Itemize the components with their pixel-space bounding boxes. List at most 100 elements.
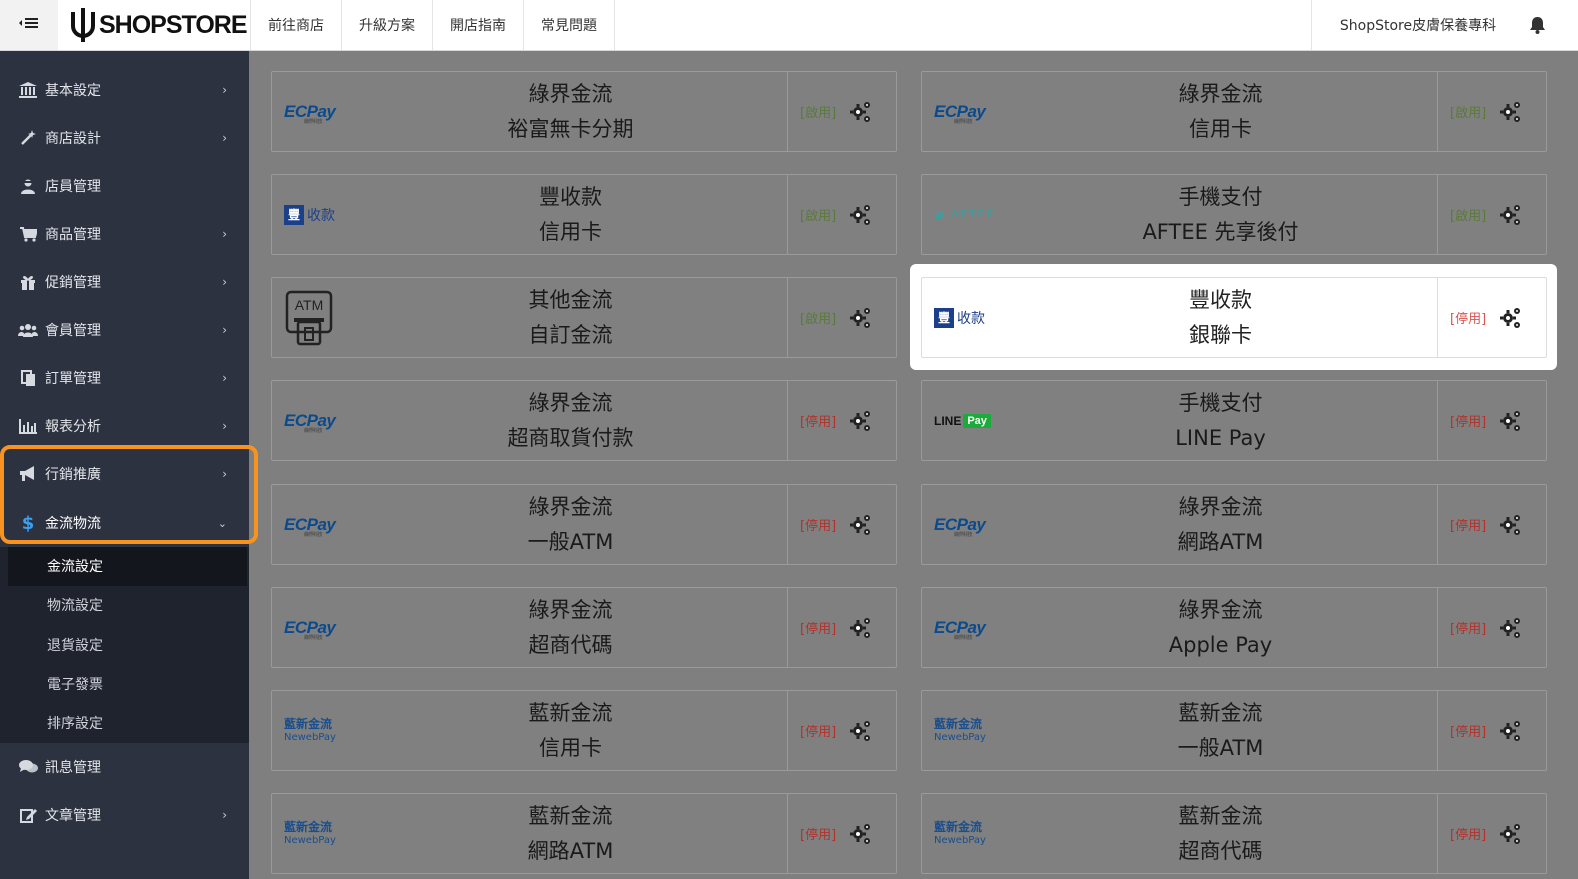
submenu-item-payment-settings[interactable]: 金流設定	[47, 548, 103, 584]
ecpay-logo: ECPay 綠界科技	[934, 618, 986, 641]
payment-method-card[interactable]: ECPay 綠界科技 綠界金流 裕富無卡分期 [啟用]	[271, 71, 897, 152]
payment-provider-name: 綠界金流	[528, 494, 613, 519]
top-nav: 前往商店 升級方案 開店指南 常見問題	[250, 0, 615, 50]
ecpay-logo: ECPay 綠界科技	[284, 411, 336, 434]
settings-gear-icon[interactable]	[849, 513, 873, 537]
settings-gear-icon[interactable]	[849, 822, 873, 846]
linepay-logo-pay: Pay	[963, 413, 991, 428]
store-name-menu[interactable]: ShopStore皮膚保養專科	[1311, 0, 1524, 50]
sidebar-item-message-management[interactable]: 訊息管理	[0, 745, 249, 789]
sidebar-item-product-management[interactable]: 商品管理 ›	[0, 212, 249, 256]
payment-method-card[interactable]: ◕ AFTEE 手機支付 AFTEE 先享後付 [啟用]	[921, 174, 1547, 255]
sidebar-item-promotion-management[interactable]: 促銷管理 ›	[0, 260, 249, 304]
sidebar-item-store-design[interactable]: 商店設計 ›	[0, 116, 249, 160]
status-badge: [啟用]	[1450, 209, 1487, 224]
payment-method-card[interactable]: ECPay 綠界科技 綠界金流 一般ATM [停用]	[271, 484, 897, 565]
nav-store-guide[interactable]: 開店指南	[432, 0, 523, 50]
payment-method-name: 超商取貨付款	[507, 425, 634, 450]
sidebar-item-label: 店員管理	[45, 179, 101, 195]
user-secret-icon	[17, 178, 39, 194]
payment-provider-logo: ECPay 綠界科技	[934, 588, 1022, 667]
payment-method-name: 一般ATM	[527, 529, 614, 554]
sidebar-item-staff-management[interactable]: 店員管理	[0, 164, 249, 208]
ecpay-logo: ECPay 綠界科技	[934, 102, 986, 125]
sidebar-item-payment-logistics[interactable]: $ 金流物流 ⌄	[0, 501, 249, 545]
chevron-right-icon: ›	[222, 808, 227, 822]
atm-icon: ATM	[284, 290, 334, 346]
settings-gear-icon[interactable]	[1499, 409, 1523, 433]
sidebar: 基本設定 › 商店設計 › 店員管理 商品管理 › 促銷管理 › 會員管理 › …	[0, 51, 249, 879]
submenu-item-logistics-settings[interactable]: 物流設定	[47, 587, 103, 623]
payment-method-card[interactable]: ECPay 綠界科技 綠界金流 信用卡 [啟用]	[921, 71, 1547, 152]
sidebar-toggle-button[interactable]	[0, 0, 58, 50]
sidebar-item-marketing[interactable]: 行銷推廣 ›	[0, 452, 249, 496]
settings-gear-icon[interactable]	[1499, 616, 1523, 640]
payment-method-card[interactable]: 藍新金流 NewebPay 藍新金流 一般ATM [停用]	[921, 690, 1547, 771]
nav-faq[interactable]: 常見問題	[523, 0, 615, 50]
payment-provider-logo: 藍新金流 NewebPay	[284, 691, 372, 770]
bell-icon	[1529, 17, 1545, 34]
fng-logo: 豐收款	[284, 204, 335, 225]
settings-gear-icon[interactable]	[1499, 513, 1523, 537]
payment-method-card[interactable]: LINE Pay 手機支付 LINE Pay [停用]	[921, 380, 1547, 461]
payment-method-title: 綠界金流 信用卡	[1022, 72, 1419, 151]
settings-gear-icon[interactable]	[1499, 100, 1523, 124]
payment-method-name: 信用卡	[1189, 116, 1252, 141]
submenu-item-sort-settings[interactable]: 排序設定	[47, 705, 103, 741]
settings-gear-icon[interactable]	[849, 203, 873, 227]
payment-provider-logo: 藍新金流 NewebPay	[934, 794, 1022, 873]
payment-method-card[interactable]: ATM 其他金流 自訂金流 [啟用]	[271, 277, 897, 358]
ecpay-logo-subtext: 綠界科技	[954, 118, 973, 125]
settings-gear-icon[interactable]	[849, 719, 873, 743]
card-divider	[787, 691, 788, 770]
settings-gear-icon[interactable]	[849, 100, 873, 124]
payment-method-card[interactable]: ECPay 綠界科技 綠界金流 網路ATM [停用]	[921, 484, 1547, 565]
submenu-item-return-settings[interactable]: 退貨設定	[47, 627, 103, 663]
settings-gear-icon[interactable]	[849, 616, 873, 640]
sidebar-item-article-management[interactable]: 文章管理 ›	[0, 793, 249, 837]
ecpay-logo-subtext: 綠界科技	[304, 427, 323, 434]
payment-method-card[interactable]: 藍新金流 NewebPay 藍新金流 超商代碼 [停用]	[921, 793, 1547, 874]
newebpay-logo-line2: NewebPay	[934, 731, 986, 743]
payment-provider-logo: ECPay 綠界科技	[284, 485, 372, 564]
payment-method-card[interactable]: ECPay 綠界科技 綠界金流 超商取貨付款 [停用]	[271, 380, 897, 461]
sidebar-item-label: 基本設定	[45, 83, 101, 99]
payment-provider-logo: ECPay 綠界科技	[284, 72, 372, 151]
payment-method-card[interactable]: 藍新金流 NewebPay 藍新金流 網路ATM [停用]	[271, 793, 897, 874]
settings-gear-icon[interactable]	[1499, 822, 1523, 846]
ecpay-logo: ECPay 綠界科技	[284, 515, 336, 538]
sidebar-item-member-management[interactable]: 會員管理 ›	[0, 308, 249, 352]
shopstore-logo[interactable]: SHOPSTORE	[70, 6, 248, 44]
payment-method-card[interactable]: 豐收款 豐收款 銀聯卡 [停用]	[921, 277, 1547, 358]
sidebar-item-label: 商店設計	[45, 131, 101, 147]
payment-method-name: 網路ATM	[527, 838, 614, 863]
settings-gear-icon[interactable]	[1499, 306, 1523, 330]
settings-gear-icon[interactable]	[849, 409, 873, 433]
fng-logo-text: 收款	[307, 207, 335, 224]
newebpay-logo: 藍新金流 NewebPay	[934, 717, 986, 744]
sidebar-item-basic-settings[interactable]: 基本設定 ›	[0, 68, 249, 112]
payment-method-card[interactable]: ECPay 綠界科技 綠界金流 超商代碼 [停用]	[271, 587, 897, 668]
payment-provider-logo: ECPay 綠界科技	[934, 485, 1022, 564]
linepay-logo: LINE Pay	[934, 413, 991, 428]
top-bar: SHOPSTORE 前往商店 升級方案 開店指南 常見問題 ShopStore皮…	[0, 0, 1578, 51]
sidebar-item-order-management[interactable]: 訂單管理 ›	[0, 356, 249, 400]
payment-method-card[interactable]: 豐收款 豐收款 信用卡 [啟用]	[271, 174, 897, 255]
submenu-item-e-invoice[interactable]: 電子發票	[47, 666, 103, 702]
active-submenu-background	[8, 547, 247, 586]
settings-gear-icon[interactable]	[1499, 203, 1523, 227]
chevron-right-icon: ›	[222, 467, 227, 481]
notifications-button[interactable]	[1524, 0, 1550, 50]
nav-upgrade-plan[interactable]: 升級方案	[341, 0, 432, 50]
payment-method-title: 豐收款 信用卡	[372, 175, 769, 254]
sidebar-item-reports[interactable]: 報表分析 ›	[0, 404, 249, 448]
status-badge: [啟用]	[800, 209, 837, 224]
payment-method-card[interactable]: ECPay 綠界科技 綠界金流 Apple Pay [停用]	[921, 587, 1547, 668]
payment-provider-logo: ◕ AFTEE	[934, 175, 1022, 254]
sidebar-item-label: 文章管理	[45, 808, 101, 824]
nav-go-to-store[interactable]: 前往商店	[250, 0, 341, 50]
payment-method-card[interactable]: 藍新金流 NewebPay 藍新金流 信用卡 [停用]	[271, 690, 897, 771]
payment-provider-name: 藍新金流	[1178, 700, 1263, 725]
settings-gear-icon[interactable]	[1499, 719, 1523, 743]
settings-gear-icon[interactable]	[849, 306, 873, 330]
